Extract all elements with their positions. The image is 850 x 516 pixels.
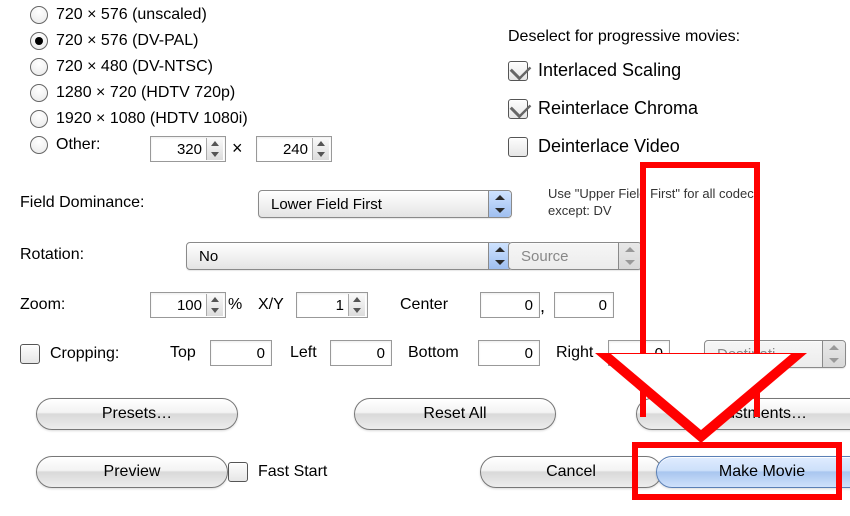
radio-other[interactable] <box>30 136 48 154</box>
center-label: Center <box>400 296 448 314</box>
deinterlace-video-checkbox[interactable] <box>508 137 528 157</box>
radio-label: 1920 × 1080 (HDTV 1080i) <box>56 110 248 128</box>
top-label: Top <box>170 344 196 362</box>
progressive-heading: Deselect for progressive movies: <box>508 28 740 46</box>
crop-left-value: 0 <box>333 345 389 362</box>
reinterlace-chroma-label: Reinterlace Chroma <box>538 98 698 119</box>
interlaced-scaling-label: Interlaced Scaling <box>538 60 681 81</box>
radio-label: 720 × 576 (unscaled) <box>56 6 207 24</box>
crop-left-input[interactable]: 0 <box>330 340 392 366</box>
other-height-input[interactable]: 240 <box>256 136 332 162</box>
stepper-icon[interactable] <box>312 138 329 160</box>
left-label: Left <box>290 344 317 362</box>
center-y-input[interactable]: 0 <box>554 292 614 318</box>
reset-all-label: Reset All <box>423 405 486 423</box>
other-width-input[interactable]: 320 <box>150 136 226 162</box>
zoom-xy-input[interactable]: 1 <box>296 292 368 318</box>
fast-start-checkbox[interactable] <box>228 462 248 482</box>
radio-label: 720 × 480 (DV-NTSC) <box>56 58 213 76</box>
annotation-arrow-head-inner <box>611 354 791 430</box>
radio-720x576-dvpal[interactable] <box>30 32 48 50</box>
deinterlace-video-label: Deinterlace Video <box>538 136 680 157</box>
preview-label: Preview <box>104 463 161 481</box>
radio-720x576-unscaled[interactable] <box>30 6 48 24</box>
radio-label-other: Other: <box>56 136 100 154</box>
comma: , <box>540 296 545 317</box>
percent-label: % <box>228 296 242 314</box>
cancel-label: Cancel <box>546 463 596 481</box>
zoom-value: 100 <box>153 297 206 314</box>
chevron-updown-icon <box>618 243 641 269</box>
crop-top-value: 0 <box>213 345 269 362</box>
chevron-updown-icon <box>488 191 511 217</box>
bottom-label: Bottom <box>408 344 459 362</box>
fast-start-label: Fast Start <box>258 463 327 481</box>
other-height-value: 240 <box>259 141 312 158</box>
crop-top-input[interactable]: 0 <box>210 340 272 366</box>
cropping-checkbox[interactable] <box>20 344 40 364</box>
rotation-source-dropdown[interactable]: Source <box>508 242 642 270</box>
preview-button[interactable]: Preview <box>36 456 228 488</box>
reinterlace-chroma-checkbox[interactable] <box>508 99 528 119</box>
stepper-icon[interactable] <box>348 294 365 316</box>
xy-label: X/Y <box>258 296 284 314</box>
radio-label: 1280 × 720 (HDTV 720p) <box>56 84 235 102</box>
crop-bottom-value: 0 <box>481 345 537 362</box>
presets-button[interactable]: Presets… <box>36 398 238 430</box>
field-dominance-label: Field Dominance: <box>20 194 145 212</box>
radio-label: 720 × 576 (DV-PAL) <box>56 32 198 50</box>
reset-all-button[interactable]: Reset All <box>354 398 556 430</box>
times-symbol: × <box>232 138 243 159</box>
rotation-dropdown[interactable]: No <box>186 242 512 270</box>
zoom-label: Zoom: <box>20 296 65 314</box>
interlaced-scaling-checkbox[interactable] <box>508 61 528 81</box>
zoom-xy-value: 1 <box>299 297 348 314</box>
rotation-value: No <box>199 248 488 265</box>
cropping-label: Cropping: <box>50 345 119 363</box>
center-x-value: 0 <box>483 297 537 314</box>
crop-bottom-input[interactable]: 0 <box>478 340 540 366</box>
chevron-updown-icon <box>822 341 845 367</box>
center-x-input[interactable]: 0 <box>480 292 540 318</box>
other-width-value: 320 <box>153 141 206 158</box>
radio-720x480-dvntsc[interactable] <box>30 58 48 76</box>
field-dominance-value: Lower Field First <box>271 196 488 213</box>
radio-1280x720-hdtv720p[interactable] <box>30 84 48 102</box>
zoom-value-input[interactable]: 100 <box>150 292 226 318</box>
rotation-source-value: Source <box>521 248 618 265</box>
annotation-highlight-box <box>632 442 842 500</box>
rotation-label: Rotation: <box>20 246 84 264</box>
radio-1920x1080-hdtv1080i[interactable] <box>30 110 48 128</box>
presets-label: Presets… <box>102 405 172 423</box>
right-label: Right <box>556 344 593 362</box>
stepper-icon[interactable] <box>206 138 223 160</box>
field-dominance-dropdown[interactable]: Lower Field First <box>258 190 512 218</box>
center-y-value: 0 <box>557 297 611 314</box>
stepper-icon[interactable] <box>206 294 223 316</box>
